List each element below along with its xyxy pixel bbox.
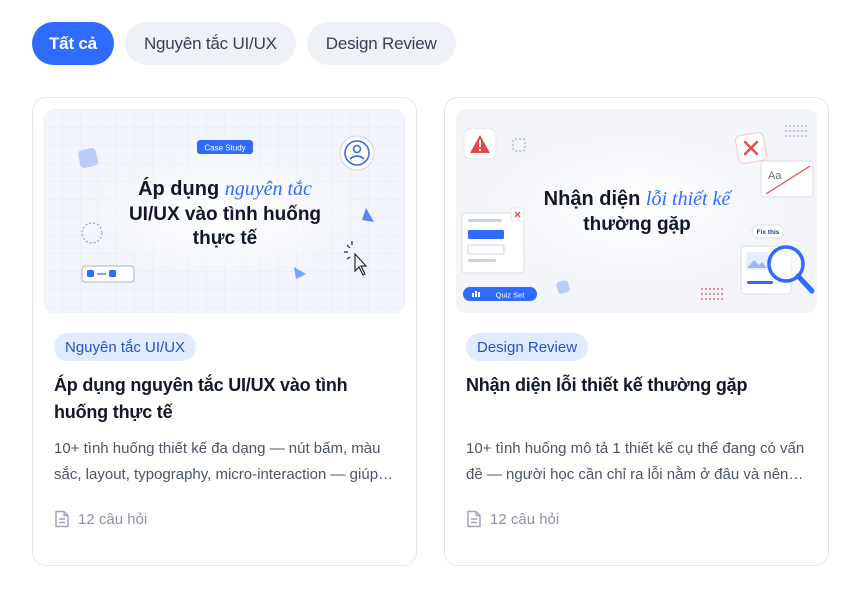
card-title[interactable]: Áp dụng nguyên tắc UI/UX vào tình huống …	[54, 372, 394, 426]
thumbnail-title-line2: UI/UX vào tình huống	[129, 204, 321, 225]
thumbnail-title-line1: Áp dụng nguyên tắc	[138, 177, 312, 200]
category-tag: Nguyên tắc UI/UX	[54, 333, 197, 361]
thumbnail-badge: Case Study	[204, 144, 245, 153]
card-thumbnail: Aa Quiz Set Fix this Nhận diện lỗi thiết…	[456, 109, 817, 313]
question-count: 12 câu hỏi	[54, 510, 147, 528]
document-icon	[467, 510, 481, 528]
typography-sample: Aa	[768, 170, 782, 182]
question-count-label: 12 câu hỏi	[490, 510, 560, 528]
thumbnail-title-line3: thực tế	[193, 228, 258, 249]
filter-ui-ux-principles[interactable]: Nguyên tắc UI/UX	[124, 22, 296, 65]
fix-this-badge: Fix this	[757, 229, 780, 236]
category-tag: Design Review	[466, 333, 589, 361]
thumbnail-title-line1: Nhận diện lỗi thiết kế	[544, 188, 734, 210]
course-card-design-review[interactable]: Aa Quiz Set Fix this Nhận diện lỗi thiết…	[444, 97, 829, 566]
checkbox-widget	[81, 265, 135, 283]
filter-bar: Tất cả Nguyên tắc UI/UX Design Review	[32, 22, 456, 65]
form-widget	[461, 207, 525, 274]
quiz-set-badge: Quiz Set	[496, 291, 526, 300]
filter-all[interactable]: Tất cả	[32, 22, 114, 65]
warning-icon	[463, 128, 497, 160]
filter-design-review[interactable]: Design Review	[306, 22, 456, 65]
thumbnail-title-line2: thường gặp	[583, 214, 690, 235]
card-description: 10+ tình huống thiết kế đa dạng — nút bấ…	[54, 440, 381, 483]
question-count: 12 câu hỏi	[466, 510, 559, 528]
question-count-label: 12 câu hỏi	[78, 510, 148, 528]
close-x-icon	[735, 132, 767, 164]
card-title[interactable]: Nhận diện lỗi thiết kế thường gặp	[466, 372, 806, 399]
card-description: 10+ tình huống mô tả 1 thiết kế cụ thể đ…	[466, 440, 805, 483]
card-thumbnail: Case Study Áp dụng nguyên tắc UI/UX vào …	[44, 109, 405, 313]
document-icon	[55, 510, 69, 528]
user-circle-icon	[339, 135, 375, 171]
course-card-ui-ux[interactable]: Case Study Áp dụng nguyên tắc UI/UX vào …	[32, 97, 417, 566]
